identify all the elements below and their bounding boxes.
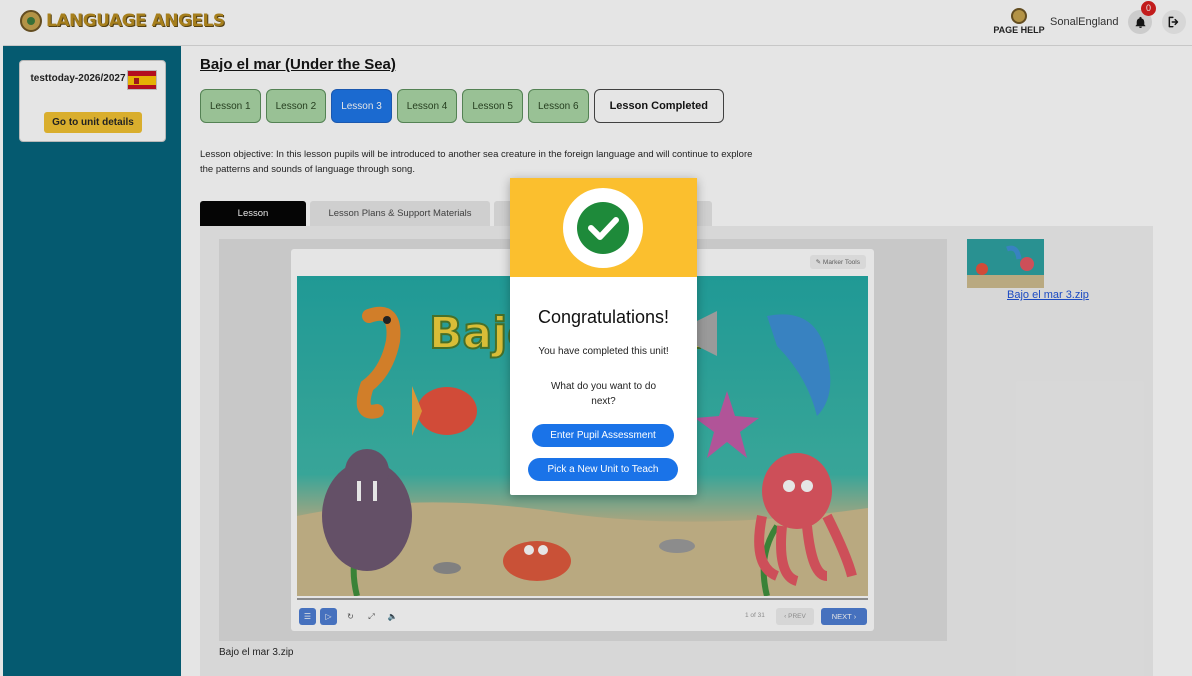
modal-message: You have completed this unit!	[538, 346, 669, 357]
enter-pupil-assessment-button[interactable]: Enter Pupil Assessment	[532, 424, 674, 447]
modal-title: Congratulations!	[537, 307, 670, 327]
check-circle-icon	[563, 188, 643, 268]
pick-new-unit-button[interactable]: Pick a New Unit to Teach	[528, 458, 678, 481]
modal-question: What do you want to do next?	[550, 381, 657, 407]
modal-header	[510, 178, 697, 277]
congratulations-modal: Congratulations! You have completed this…	[510, 178, 697, 495]
